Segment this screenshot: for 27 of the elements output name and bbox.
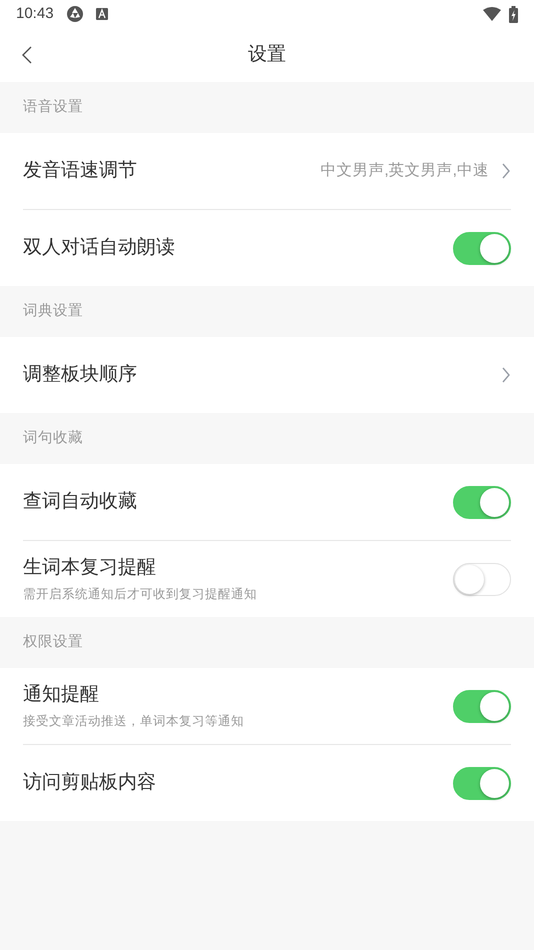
chevron-right-icon xyxy=(501,367,511,383)
text-a-icon xyxy=(96,8,108,20)
setting-label: 通知提醒 xyxy=(23,683,100,708)
setting-label: 访问剪贴板内容 xyxy=(23,770,156,795)
toggle-switch[interactable] xyxy=(453,690,511,722)
setting-label: 发音语速调节 xyxy=(23,158,137,183)
setting-label: 调整板块顺序 xyxy=(23,362,137,387)
setting-label: 生词本复习提醒 xyxy=(23,556,157,580)
toggle-switch[interactable] xyxy=(453,232,511,264)
status-time: 10:43 xyxy=(16,4,54,24)
setting-label: 查词自动收藏 xyxy=(23,490,137,514)
section-header: 词典设置 xyxy=(23,302,83,321)
back-button[interactable] xyxy=(20,44,34,66)
battery-charging-icon xyxy=(509,6,518,22)
section-header: 词句收藏 xyxy=(23,428,83,448)
aperture-icon xyxy=(66,5,84,23)
chevron-right-icon xyxy=(501,163,511,179)
setting-hint: 需开启系统通知后才可收到复习提醒通知 xyxy=(23,586,257,603)
page-title: 设置 xyxy=(248,42,286,67)
section-header: 权限设置 xyxy=(23,632,83,652)
setting-label: 双人对话自动朗读 xyxy=(23,236,175,260)
wifi-icon xyxy=(483,7,501,21)
setting-value: 中文男声,英文男声,中速 xyxy=(320,161,489,182)
section-header: 语音设置 xyxy=(23,98,83,117)
toggle-switch[interactable] xyxy=(453,766,511,800)
toggle-switch[interactable] xyxy=(453,486,511,518)
setting-hint: 接受文章活动推送，单词本复习等通知 xyxy=(23,712,244,730)
